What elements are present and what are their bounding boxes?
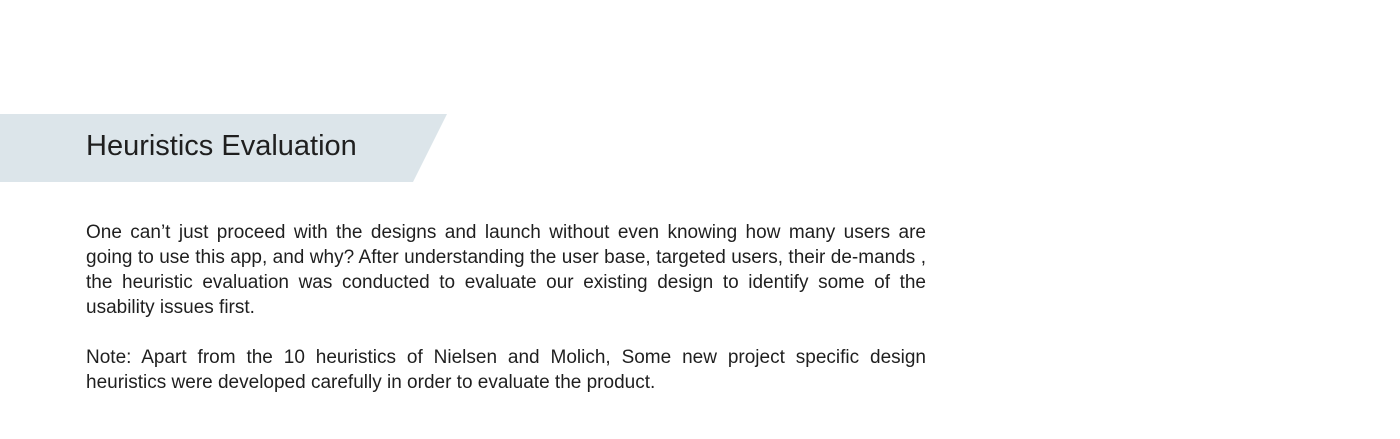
note-paragraph: Note: Apart from the 10 heuristics of Ni… — [86, 347, 926, 393]
body-text: One can’t just proceed with the designs … — [86, 220, 926, 395]
page-title: Heuristics Evaluation — [86, 130, 357, 162]
intro-paragraph: One can’t just proceed with the designs … — [86, 222, 926, 318]
